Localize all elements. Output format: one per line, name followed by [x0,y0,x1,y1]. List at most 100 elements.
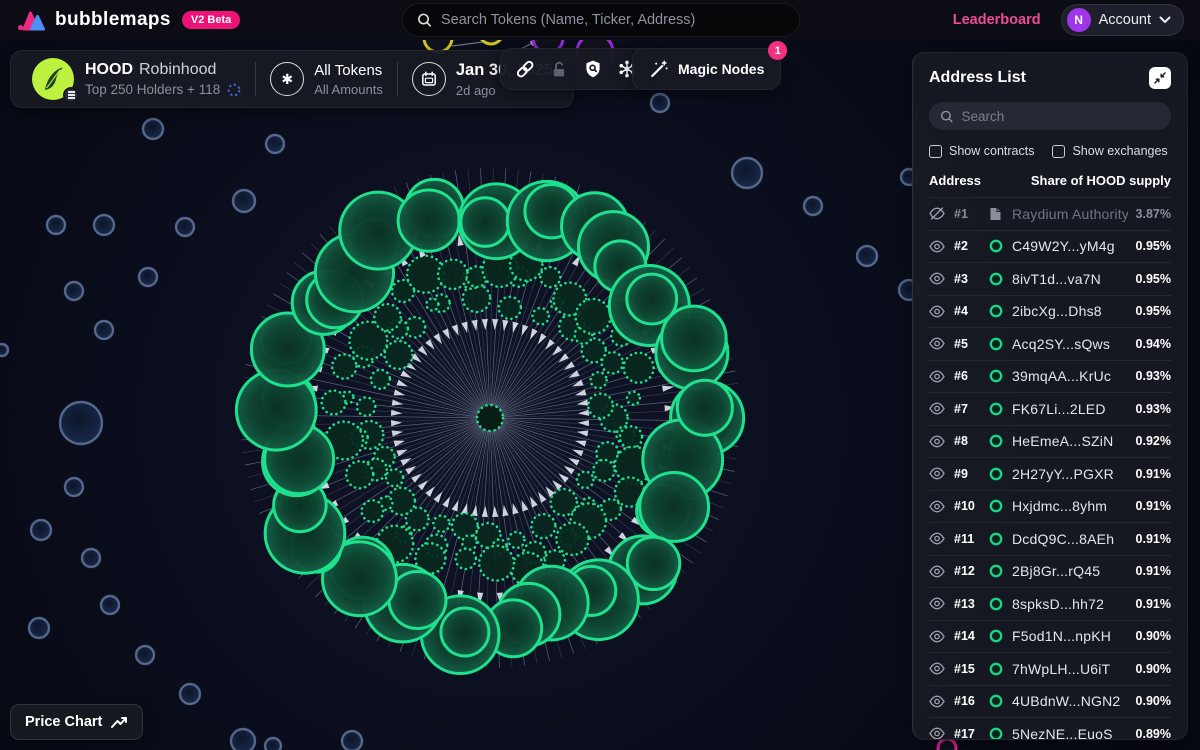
address-row[interactable]: #3 8ivT1d...va7N 0.95% [929,262,1171,295]
background-bubble[interactable] [266,135,284,153]
background-bubble[interactable] [139,268,157,286]
background-bubble[interactable] [732,158,762,188]
address-row[interactable]: #10 Hxjdmc...8yhm 0.91% [929,490,1171,523]
dotted-holder-bubble[interactable] [540,267,560,287]
show-contracts-checkbox[interactable]: Show contracts [929,144,1034,158]
address-search-input[interactable] [962,109,1160,124]
dotted-holder-bubble[interactable] [588,394,613,419]
dotted-holder-bubble[interactable] [620,426,642,448]
address-row[interactable]: #5 Acq2SY...sQws 0.94% [929,327,1171,360]
visibility-toggle-eye-icon[interactable] [929,467,946,480]
background-bubble[interactable] [857,246,877,266]
visibility-toggle-eye-icon[interactable] [929,630,946,643]
leaderboard-link[interactable]: Leaderboard [953,12,1041,28]
background-bubble[interactable] [65,282,83,300]
background-bubble[interactable] [233,190,255,212]
dotted-holder-bubble[interactable] [556,523,588,555]
background-bubble[interactable] [180,684,200,704]
background-bubble[interactable] [651,94,669,112]
visibility-toggle-eye-icon[interactable] [929,597,946,610]
visibility-toggle-eye-icon[interactable] [929,727,946,739]
visibility-toggle-eye-icon[interactable] [929,337,946,350]
visibility-toggle-eye-icon[interactable] [929,402,946,415]
address-row[interactable]: #13 8spksD...hh72 0.91% [929,587,1171,620]
dotted-holder-bubble[interactable] [426,298,438,310]
dotted-holder-bubble[interactable] [374,304,401,331]
background-bubble[interactable] [101,596,119,614]
dotted-holder-bubble[interactable] [593,460,614,481]
dotted-holder-bubble[interactable] [452,513,478,539]
visibility-toggle-eye-icon[interactable] [929,370,946,383]
background-bubble[interactable] [94,215,114,235]
cluster-bubble[interactable] [938,739,956,750]
address-row[interactable]: #8 HeEmeA...SZiN 0.92% [929,425,1171,458]
outer-holder-bubble[interactable] [441,608,489,656]
dotted-holder-bubble[interactable] [499,297,521,319]
dotted-holder-bubble[interactable] [551,489,577,515]
address-search-bar[interactable] [929,102,1171,130]
outer-holder-bubble[interactable] [640,473,709,542]
background-bubble[interactable] [31,520,51,540]
dotted-holder-bubble[interactable] [576,299,611,334]
account-button[interactable]: N Account [1061,4,1184,36]
outer-holder-bubble[interactable] [461,198,510,247]
address-row[interactable]: #6 39mqAA...KrUc 0.93% [929,360,1171,393]
address-row[interactable]: #12 2Bj8Gr...rQ45 0.91% [929,555,1171,588]
address-row[interactable]: #4 2ibcXg...Dhs8 0.95% [929,295,1171,328]
outer-holder-bubble[interactable] [662,306,727,371]
token-selector[interactable]: HOODRobinhood Top 250 Holders + 118 [17,57,255,101]
address-row[interactable]: #15 7hWpLH...U6iT 0.90% [929,652,1171,685]
visibility-toggle-eye-icon[interactable] [929,305,946,318]
background-bubble[interactable] [95,321,113,339]
background-bubble[interactable] [804,197,822,215]
magic-nodes-button[interactable]: Magic Nodes 1 [632,48,781,90]
background-bubble[interactable] [82,549,100,567]
dotted-holder-bubble[interactable] [386,469,403,486]
dotted-holder-bubble[interactable] [531,514,555,538]
token-search-input[interactable] [441,12,785,28]
dotted-holder-bubble[interactable] [624,353,654,383]
background-bubble[interactable] [265,738,281,750]
collapse-panel-button[interactable] [1149,67,1171,89]
dotted-holder-bubble[interactable] [508,532,524,548]
visibility-toggle-eye-icon[interactable] [929,240,946,253]
dotted-holder-bubble[interactable] [463,285,490,312]
dotted-holder-bubble[interactable] [479,546,514,581]
dotted-holder-bubble[interactable] [602,352,623,373]
dotted-holder-bubble[interactable] [433,516,449,532]
background-bubble[interactable] [47,216,65,234]
visibility-toggle-eye-icon[interactable] [929,500,946,513]
dotted-holder-bubble[interactable] [357,397,375,415]
outer-holder-bubble[interactable] [677,380,732,435]
dotted-holder-bubble[interactable] [438,260,467,289]
address-row[interactable]: #9 2H27yY...PGXR 0.91% [929,457,1171,490]
visibility-toggle-eye-icon[interactable] [929,435,946,448]
address-row[interactable]: #16 4UBdnW...NGN2 0.90% [929,685,1171,718]
center-bubble[interactable] [477,405,503,431]
dotted-holder-bubble[interactable] [456,549,476,569]
show-exchanges-checkbox[interactable]: Show exchanges [1052,144,1167,158]
price-chart-button[interactable]: Price Chart [10,704,143,740]
address-row[interactable]: #1 Raydium Authority V4 3.87% [929,197,1171,230]
dotted-holder-bubble[interactable] [627,392,640,405]
background-bubble[interactable] [0,344,8,356]
visibility-toggle-eye-icon[interactable] [929,695,946,708]
dotted-holder-bubble[interactable] [532,308,548,324]
background-bubble[interactable] [65,478,83,496]
center-holder-bubble[interactable] [477,405,503,431]
background-bubble[interactable] [231,729,255,750]
token-filter-selector[interactable]: ✱ All Tokens All Amounts [256,62,397,97]
dotted-holder-bubble[interactable] [371,370,390,389]
dotted-holder-bubble[interactable] [346,461,373,488]
address-row[interactable]: #7 FK67Li...2LED 0.93% [929,392,1171,425]
background-bubble[interactable] [60,402,102,444]
token-search-bar[interactable] [402,3,800,37]
visibility-toggle-eye-icon[interactable] [929,272,946,285]
background-bubble[interactable] [143,119,163,139]
visibility-toggle-eye-off-icon[interactable] [929,207,946,220]
visibility-toggle-eye-icon[interactable] [929,662,946,675]
lock-layout-button[interactable] [545,54,573,84]
dotted-holder-bubble[interactable] [322,391,346,415]
background-bubble[interactable] [342,731,362,750]
brand-logo[interactable]: bubblemaps V2 Beta [16,8,240,32]
